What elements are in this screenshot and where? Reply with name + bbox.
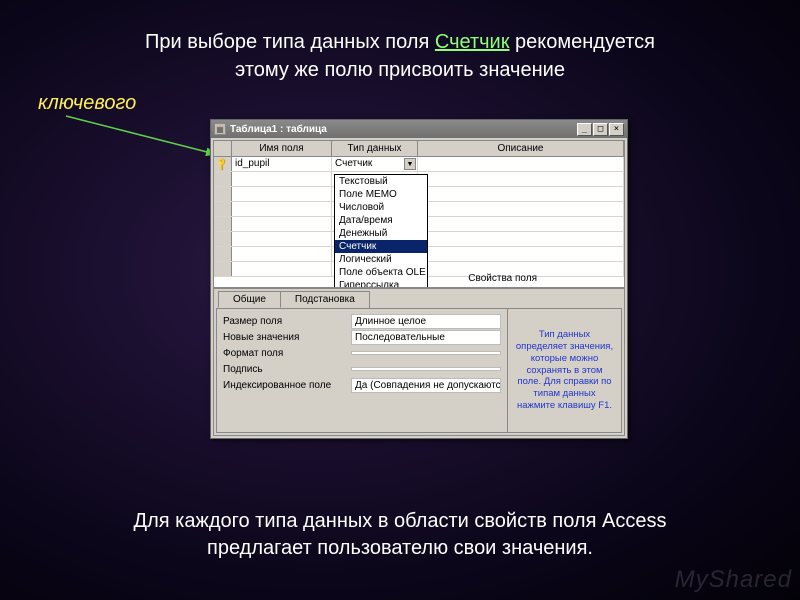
field-desc-cell[interactable]	[418, 157, 624, 171]
slide-bottom-text: Для каждого типа данных в области свойст…	[60, 508, 740, 562]
bottom-line2: предлагает пользователю свои значения.	[207, 537, 593, 559]
tab-lookup[interactable]: Подстановка	[280, 291, 370, 308]
minimize-button[interactable]: _	[577, 123, 592, 136]
col-header-desc: Описание	[418, 141, 624, 156]
grid-header-row: Имя поля Тип данных Описание	[214, 141, 624, 157]
field-properties-pane: Общие Подстановка Размер поля Длинное це…	[213, 288, 625, 436]
prop-value-indexed[interactable]: Да (Совпадения не допускаются)	[351, 378, 501, 393]
data-type-dropdown[interactable]: Текстовый Поле MEMO Числовой Дата/время …	[334, 174, 428, 288]
col-header-type: Тип данных	[332, 141, 418, 156]
field-type-value: Счетчик	[335, 158, 372, 169]
dropdown-option[interactable]: Числовой	[335, 201, 427, 214]
dropdown-option[interactable]: Поле объекта OLE	[335, 266, 427, 279]
property-row: Размер поля Длинное целое	[223, 313, 501, 329]
close-button[interactable]: ×	[609, 123, 624, 136]
prop-value-caption[interactable]	[351, 367, 501, 371]
property-row: Формат поля	[223, 345, 501, 361]
property-tabs: Общие Подстановка	[218, 291, 624, 308]
watermark: MyShared	[675, 566, 792, 594]
prop-label-size: Размер поля	[223, 316, 351, 327]
property-list: Размер поля Длинное целое Новые значения…	[217, 309, 507, 432]
property-row: Подпись	[223, 361, 501, 377]
prop-label-indexed: Индексированное поле	[223, 380, 351, 391]
slide-heading: При выборе типа данных поля Счетчик реко…	[40, 28, 760, 84]
property-help-text: Тип данных определяет значения, которые …	[507, 309, 621, 432]
row-selector[interactable]: 🔑	[214, 157, 232, 171]
prop-value-newvals[interactable]: Последовательные	[351, 330, 501, 345]
bottom-line1: Для каждого типа данных в области свойст…	[134, 510, 667, 532]
field-type-cell[interactable]: Счетчик ▼	[332, 157, 418, 171]
prop-value-size[interactable]: Длинное целое	[351, 314, 501, 329]
dropdown-option[interactable]: Логический	[335, 253, 427, 266]
primary-key-icon: 🔑	[215, 157, 231, 171]
field-name-cell[interactable]: id_pupil	[232, 157, 332, 171]
tab-general[interactable]: Общие	[218, 291, 281, 308]
heading-line2: этому же полю присвоить значение	[235, 59, 565, 81]
titlebar[interactable]: ▦ Таблица1 : таблица _ □ ×	[211, 120, 627, 138]
heading-part-b: рекомендуется	[509, 31, 655, 53]
field-properties-label: Свойства поля	[468, 273, 537, 284]
row-selector-header	[214, 141, 232, 156]
heading-part-a: При выборе типа данных поля	[145, 31, 435, 53]
dropdown-option-selected[interactable]: Счетчик	[335, 240, 427, 253]
key-word-label: ключевого	[38, 92, 136, 115]
table-row[interactable]: 🔑 id_pupil Счетчик ▼	[214, 157, 624, 172]
dropdown-option[interactable]: Гиперссылка	[335, 279, 427, 288]
dropdown-option[interactable]: Текстовый	[335, 175, 427, 188]
dropdown-option[interactable]: Денежный	[335, 227, 427, 240]
dropdown-option[interactable]: Дата/время	[335, 214, 427, 227]
prop-value-format[interactable]	[351, 351, 501, 355]
field-design-grid[interactable]: Имя поля Тип данных Описание 🔑 id_pupil …	[213, 140, 625, 288]
maximize-button[interactable]: □	[593, 123, 608, 136]
heading-accent: Счетчик	[435, 31, 510, 53]
property-row: Новые значения Последовательные	[223, 329, 501, 345]
type-dropdown-button[interactable]: ▼	[404, 158, 416, 170]
dropdown-option[interactable]: Поле MEMO	[335, 188, 427, 201]
access-table-design-window: ▦ Таблица1 : таблица _ □ × Имя поля Тип …	[210, 119, 628, 439]
arrow-annotation	[60, 110, 230, 170]
window-title: Таблица1 : таблица	[230, 124, 576, 135]
property-row: Индексированное поле Да (Совпадения не д…	[223, 377, 501, 393]
col-header-name: Имя поля	[232, 141, 332, 156]
property-body: Размер поля Длинное целое Новые значения…	[216, 308, 622, 433]
prop-label-format: Формат поля	[223, 348, 351, 359]
prop-label-caption: Подпись	[223, 364, 351, 375]
table-icon: ▦	[214, 123, 226, 135]
prop-label-newvals: Новые значения	[223, 332, 351, 343]
